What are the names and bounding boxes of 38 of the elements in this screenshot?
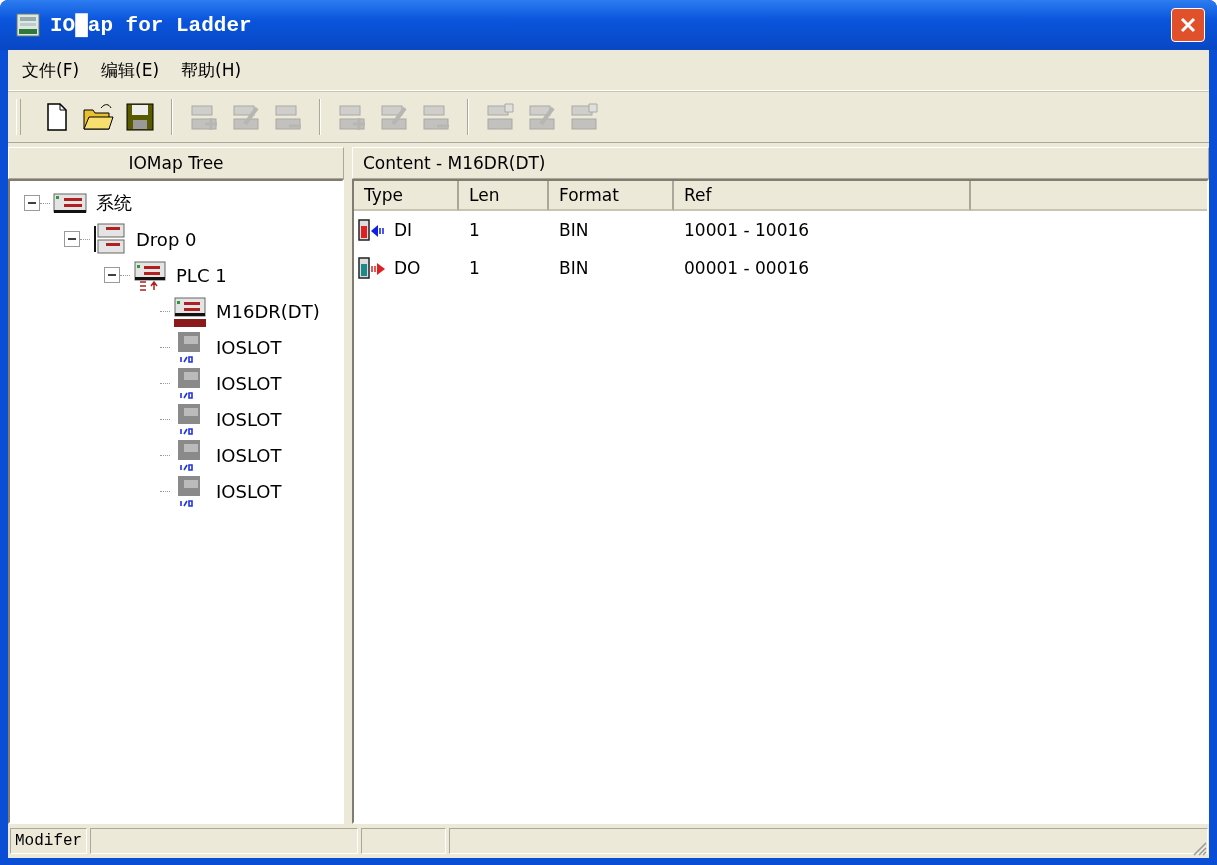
status-panel: Modifer (10, 828, 88, 854)
column-header[interactable]: Format (549, 181, 674, 211)
tree-item[interactable]: 系统 (96, 191, 132, 215)
table-cell-text: 1 (468, 220, 481, 240)
column-header[interactable]: Len (459, 181, 549, 211)
column-header[interactable]: Ref (674, 181, 971, 211)
collapse-icon[interactable] (104, 267, 120, 283)
table-cell: DO (394, 258, 421, 278)
table-cell-text: BIN (558, 220, 590, 240)
tree-item[interactable]: IOSLOT (216, 372, 282, 394)
window-title: IO█ap for Ladder (50, 13, 253, 37)
plc-device-icon (172, 294, 208, 328)
table-cell-text: 1 (468, 258, 481, 278)
table-cell-text: 00001 - 00016 (683, 258, 811, 278)
table-cell-text: BIN (558, 258, 590, 278)
table-cell-text: 10001 - 10016 (683, 220, 811, 240)
close-button[interactable] (1171, 8, 1205, 42)
tree-item[interactable]: Drop 0 (136, 228, 197, 250)
column-header[interactable]: Type (354, 181, 459, 211)
menu-item[interactable]: 编辑(E) (101, 58, 160, 82)
menu-item[interactable]: 文件(F) (22, 58, 80, 82)
plc-device-icon (132, 258, 168, 292)
panel-header: Content - M16DR(DT) (352, 147, 1209, 179)
collapse-icon[interactable] (64, 231, 80, 247)
tree-item[interactable]: M16DR(DT) (216, 300, 320, 322)
panel-header: IOMap Tree (8, 147, 344, 179)
app-icon (16, 13, 40, 37)
resize-grip-icon (1191, 840, 1207, 856)
tree-item[interactable]: IOSLOT (216, 444, 282, 466)
tree-item[interactable]: IOSLOT (216, 408, 282, 430)
collapse-icon[interactable] (24, 195, 40, 211)
close-icon (1178, 15, 1198, 35)
menu-item[interactable]: 帮助(H) (181, 58, 242, 82)
tree-item[interactable]: PLC 1 (176, 264, 227, 286)
plc-device-icon (92, 222, 128, 256)
tree-item[interactable]: IOSLOT (216, 480, 282, 502)
table-cell: DI (394, 220, 413, 240)
tree-item[interactable]: IOSLOT (216, 336, 282, 358)
